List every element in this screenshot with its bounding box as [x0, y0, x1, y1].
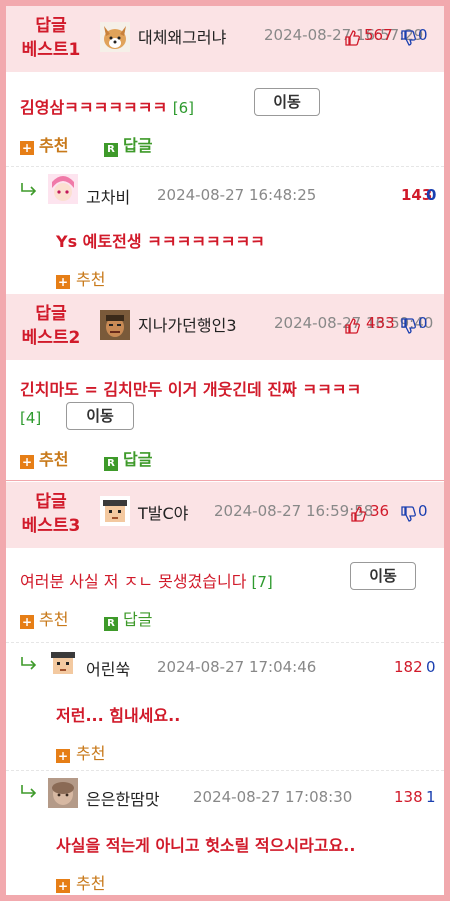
comment-title[interactable]: 여러분 사실 저 ㅈㄴ 못생겼습니다 [7] [20, 568, 273, 592]
recommend-label: 추천 [76, 744, 106, 763]
divider [6, 480, 444, 481]
move-button[interactable]: 이동 [350, 562, 416, 590]
avatar[interactable] [100, 496, 130, 526]
upvote-count: 567 [364, 26, 393, 44]
downvote-count: 0 [418, 26, 428, 44]
timestamp: 2024-08-27 16:48:25 [157, 186, 317, 204]
best-badge: 답글 베스트3 [20, 490, 82, 538]
reply-button[interactable]: R 답글 [104, 132, 152, 157]
downvote-count: 0 [418, 314, 428, 332]
reply-arrow-icon [21, 183, 37, 196]
timestamp: 2024-08-27 17:08:30 [193, 788, 353, 806]
divider [6, 166, 444, 167]
avatar[interactable] [48, 174, 78, 204]
reply-arrow-icon [21, 657, 37, 670]
nickname[interactable]: 은은한땀맛 [86, 786, 160, 810]
best-comments-panel: 답글 베스트1 대체왜그러냐 2024-08-27 16:57:29 567 0 [6, 6, 444, 895]
upvote-count: 36 [370, 502, 390, 520]
thumbs-up-icon[interactable] [344, 318, 360, 334]
plus-icon: + [56, 879, 70, 893]
recommend-label: 추천 [76, 874, 106, 893]
reply-label: 답글 [123, 610, 153, 629]
reply-button[interactable]: R 답글 [104, 606, 152, 631]
thumbs-down-icon[interactable] [400, 30, 416, 46]
recommend-button[interactable]: + 추천 [56, 870, 105, 894]
plus-icon: + [56, 275, 70, 289]
reply-text: Ys 예토전생 ㅋㅋㅋㅋㅋㅋㅋㅋ [56, 232, 265, 251]
best3-header: 답글 베스트3 T발C야 2024-08-27 16:59:58 36 0 [6, 482, 444, 548]
best-label-line1: 답글 [35, 304, 67, 324]
recommend-label: 추천 [39, 450, 69, 469]
avatar[interactable] [100, 310, 130, 340]
reply-text: 사실을 적는게 아니고 헛소릴 적으시라고요.. [56, 836, 356, 855]
thumbs-up-icon[interactable] [350, 506, 366, 522]
reply-label: 답글 [123, 450, 153, 469]
recommend-label: 추천 [39, 136, 69, 155]
reply-arrow-icon [21, 785, 37, 798]
downvote-count: 0 [426, 186, 437, 204]
recommend-button[interactable]: + 추천 [56, 266, 105, 290]
downvote-count: 0 [418, 502, 428, 520]
reply-icon: R [104, 143, 118, 157]
thumbs-up-icon[interactable] [344, 30, 360, 46]
best-label-line2: 베스트1 [21, 40, 81, 60]
best-badge: 답글 베스트1 [20, 14, 82, 62]
reply-count: [6] [172, 99, 195, 117]
comment-title[interactable]: 김영삼ㅋㅋㅋㅋㅋㅋㅋ [6] [20, 94, 194, 118]
timestamp: 2024-08-27 17:04:46 [157, 658, 317, 676]
nickname[interactable]: 지나가던행인3 [138, 312, 237, 336]
recommend-button[interactable]: + 추천 [56, 740, 105, 764]
reply-icon: R [104, 457, 118, 471]
downvote-count: 0 [426, 658, 436, 676]
nickname[interactable]: 어린쑥 [86, 656, 130, 680]
plus-icon: + [56, 749, 70, 763]
reply-label: 답글 [123, 136, 153, 155]
best1-header: 답글 베스트1 대체왜그러냐 2024-08-27 16:57:29 567 0 [6, 6, 444, 72]
reply-count: [4] [20, 409, 42, 427]
divider [6, 642, 444, 643]
recommend-button[interactable]: + 추천 [20, 606, 68, 630]
comment-title[interactable]: 긴치마도 = 김치만두 이거 개웃긴데 진짜 ㅋㅋㅋㅋ [20, 376, 361, 400]
nickname[interactable]: T발C야 [138, 500, 188, 524]
avatar[interactable] [100, 22, 130, 52]
best-label-line2: 베스트2 [21, 328, 81, 348]
reply-count: [7] [251, 573, 273, 591]
avatar[interactable] [48, 648, 78, 678]
best-label-line2: 베스트3 [21, 516, 81, 536]
divider [6, 770, 444, 771]
best-badge: 답글 베스트2 [20, 302, 82, 350]
plus-icon: + [20, 455, 34, 469]
plus-icon: + [20, 141, 34, 155]
nickname[interactable]: 고차비 [86, 184, 130, 208]
reply-icon: R [104, 617, 118, 631]
recommend-button[interactable]: + 추천 [20, 446, 68, 470]
upvote-count: 182 [394, 658, 423, 676]
downvote-count: 1 [426, 788, 436, 806]
recommend-button[interactable]: + 추천 [20, 132, 68, 156]
recommend-label: 추천 [76, 270, 106, 289]
best-label-line1: 답글 [35, 492, 67, 512]
avatar[interactable] [48, 778, 78, 808]
thumbs-down-icon[interactable] [400, 318, 416, 334]
best-label-line1: 답글 [35, 16, 67, 36]
move-button[interactable]: 이동 [66, 402, 134, 430]
thumbs-down-icon[interactable] [400, 506, 416, 522]
nickname[interactable]: 대체왜그러냐 [138, 24, 226, 48]
upvote-count: 138 [394, 788, 423, 806]
comment-text: 여러분 사실 저 ㅈㄴ 못생겼습니다 [20, 572, 247, 591]
move-button[interactable]: 이동 [254, 88, 320, 116]
comment-text: 김영삼ㅋㅋㅋㅋㅋㅋㅋ [20, 98, 168, 117]
reply-button[interactable]: R 답글 [104, 446, 152, 471]
recommend-label: 추천 [39, 610, 69, 629]
upvote-count: 433 [366, 314, 395, 332]
plus-icon: + [20, 615, 34, 629]
comment-title-cont: [4] [20, 408, 41, 427]
reply-text: 저런... 힘내세요.. [56, 706, 181, 725]
best2-header: 답글 베스트2 지나가던행인3 2024-08-27 16:59:40 433 … [6, 294, 444, 360]
